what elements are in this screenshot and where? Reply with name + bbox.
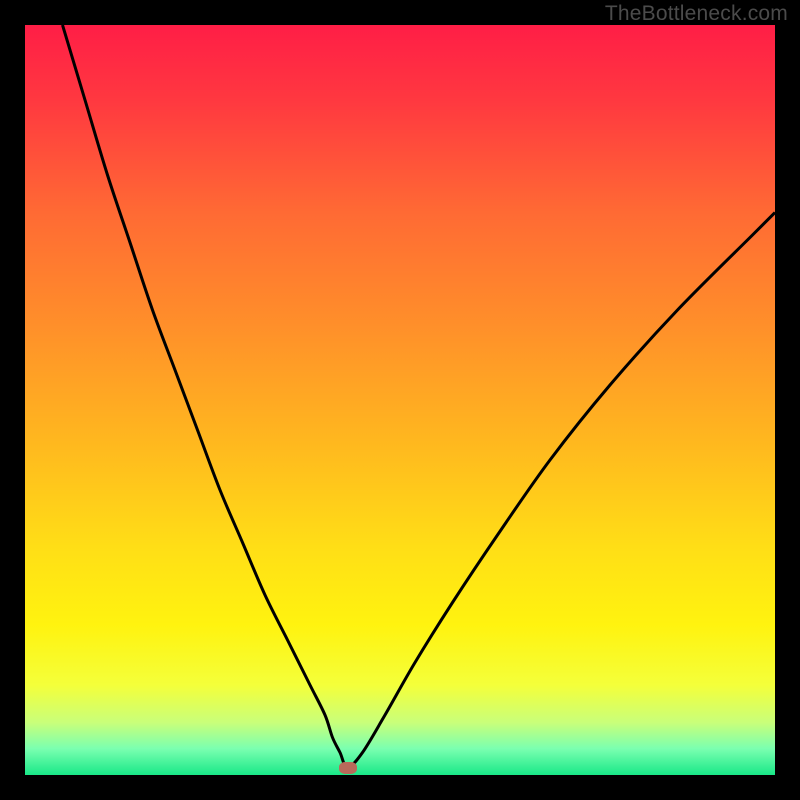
bottleneck-curve	[25, 25, 775, 775]
minimum-marker-icon	[339, 762, 357, 774]
plot-area	[25, 25, 775, 775]
watermark-text: TheBottleneck.com	[605, 2, 788, 26]
chart-frame: TheBottleneck.com	[0, 0, 800, 800]
